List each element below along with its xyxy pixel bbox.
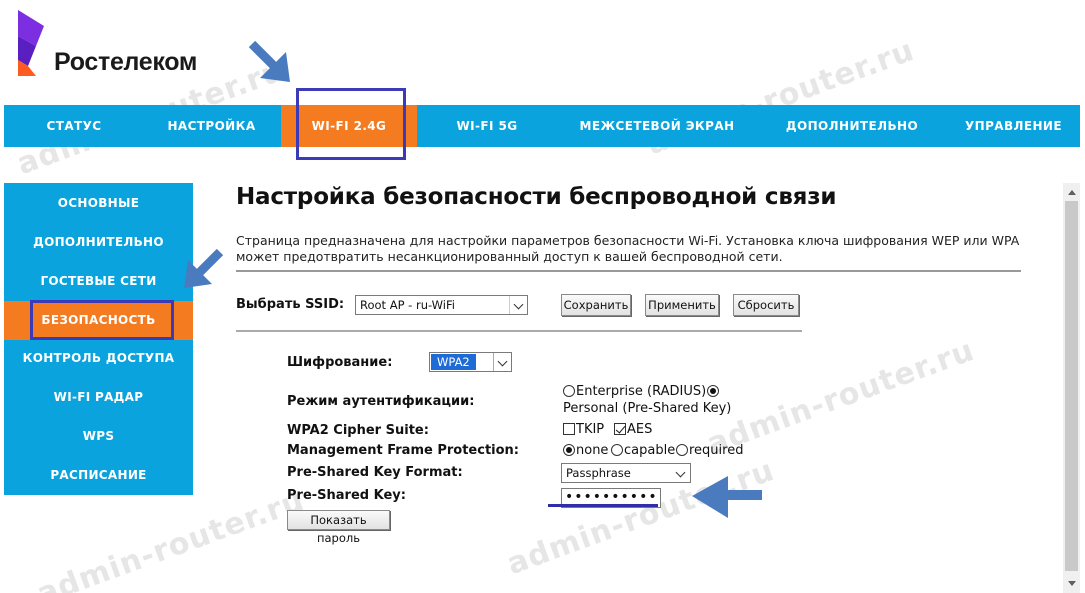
psk-format-select[interactable]: Passphrase	[561, 463, 691, 483]
ssid-select-value: Root AP - ru-WiFi	[360, 298, 455, 312]
mfp-label: Management Frame Protection:	[287, 443, 520, 458]
divider	[236, 330, 802, 332]
scroll-up-icon[interactable]	[1063, 183, 1080, 200]
chevron-down-icon	[493, 353, 511, 371]
sidebar-item-schedule[interactable]: РАСПИСАНИЕ	[4, 456, 193, 495]
apply-button[interactable]: Применить	[645, 294, 719, 316]
brand-logo[interactable]: Ростелеком	[14, 8, 214, 78]
aes-checkbox[interactable]	[614, 423, 626, 435]
divider	[236, 270, 1021, 272]
mfp-none-radio[interactable]	[563, 444, 575, 456]
mfp-required-label: required	[689, 443, 744, 458]
psk-label: Pre-Shared Key:	[287, 488, 406, 503]
mfp-none-label: none	[576, 443, 609, 458]
mfp-capable-radio[interactable]	[611, 444, 623, 456]
watermark: admin-router.ru	[32, 482, 310, 593]
auth-personal-radio[interactable]	[707, 385, 719, 397]
sidebar-item-wps[interactable]: WPS	[4, 417, 193, 456]
sidebar-item-wifi-radar[interactable]: WI-FI РАДАР	[4, 378, 193, 417]
highlight-box-security	[30, 300, 174, 340]
brand-name: Ростелеком	[54, 48, 198, 76]
chevron-down-icon	[672, 464, 690, 482]
auth-mode-label: Режим аутентификации:	[287, 394, 475, 409]
cipher-suite-label: WPA2 Cipher Suite:	[287, 423, 429, 438]
arrow-annotation-icon	[248, 40, 290, 82]
nav-firewall[interactable]: МЕЖСЕТЕВОЙ ЭКРАН	[557, 105, 757, 147]
aes-label: AES	[627, 422, 653, 437]
watermark: admin-router.ru	[702, 332, 980, 463]
mfp-capable-label: capable	[624, 443, 676, 458]
scroll-thumb[interactable]	[1065, 201, 1078, 571]
nav-status[interactable]: СТАТУС	[4, 105, 144, 147]
page-description: Страница предназначена для настройки пар…	[236, 233, 1020, 264]
tkip-checkbox[interactable]	[563, 423, 575, 435]
encryption-select[interactable]: WPA2	[429, 352, 512, 372]
scroll-down-icon[interactable]	[1063, 576, 1080, 593]
arrow-annotation-icon	[184, 248, 224, 288]
auth-enterprise-radio[interactable]	[563, 385, 575, 397]
arrow-annotation-icon	[692, 476, 762, 518]
sidebar-item-basic[interactable]: ОСНОВНЫЕ	[4, 184, 193, 223]
mfp-required-radio[interactable]	[676, 444, 688, 456]
tkip-label: TKIP	[576, 422, 605, 437]
chevron-down-icon	[509, 296, 527, 314]
save-button[interactable]: Сохранить	[561, 294, 631, 316]
sidebar-item-access-control[interactable]: КОНТРОЛЬ ДОСТУПА	[4, 339, 193, 378]
sidebar-item-guest-networks[interactable]: ГОСТЕВЫЕ СЕТИ	[4, 262, 193, 301]
page-scrollbar[interactable]	[1063, 183, 1080, 593]
nav-management[interactable]: УПРАВЛЕНИЕ	[947, 105, 1080, 147]
psk-format-value: Passphrase	[566, 466, 631, 480]
nav-wifi-5[interactable]: WI-FI 5G	[417, 105, 557, 147]
psk-underline	[548, 504, 658, 507]
encryption-select-value: WPA2	[431, 354, 476, 370]
reset-button[interactable]: Сбросить	[733, 294, 799, 316]
encryption-label: Шифрование:	[287, 355, 393, 370]
nav-settings[interactable]: НАСТРОЙКА	[144, 105, 279, 147]
ssid-label: Выбрать SSID:	[236, 297, 345, 312]
show-password-button[interactable]: Показать пароль	[287, 510, 390, 545]
ssid-select[interactable]: Root AP - ru-WiFi	[355, 295, 528, 315]
psk-format-label: Pre-Shared Key Format:	[287, 465, 463, 480]
auth-enterprise-label: Enterprise (RADIUS)	[576, 384, 707, 399]
logo-mark-icon	[18, 10, 44, 76]
highlight-box-wifi	[296, 88, 406, 160]
page-title: Настройка безопасности беспроводной связ…	[236, 184, 837, 210]
nav-advanced[interactable]: ДОПОЛНИТЕЛЬНО	[757, 105, 947, 147]
top-navigation: СТАТУС НАСТРОЙКА WI-FI 2.4G WI-FI 5G МЕЖ…	[4, 105, 1080, 147]
sidebar-item-advanced[interactable]: ДОПОЛНИТЕЛЬНО	[4, 223, 193, 262]
auth-personal-label: Personal (Pre-Shared Key)	[563, 401, 732, 416]
